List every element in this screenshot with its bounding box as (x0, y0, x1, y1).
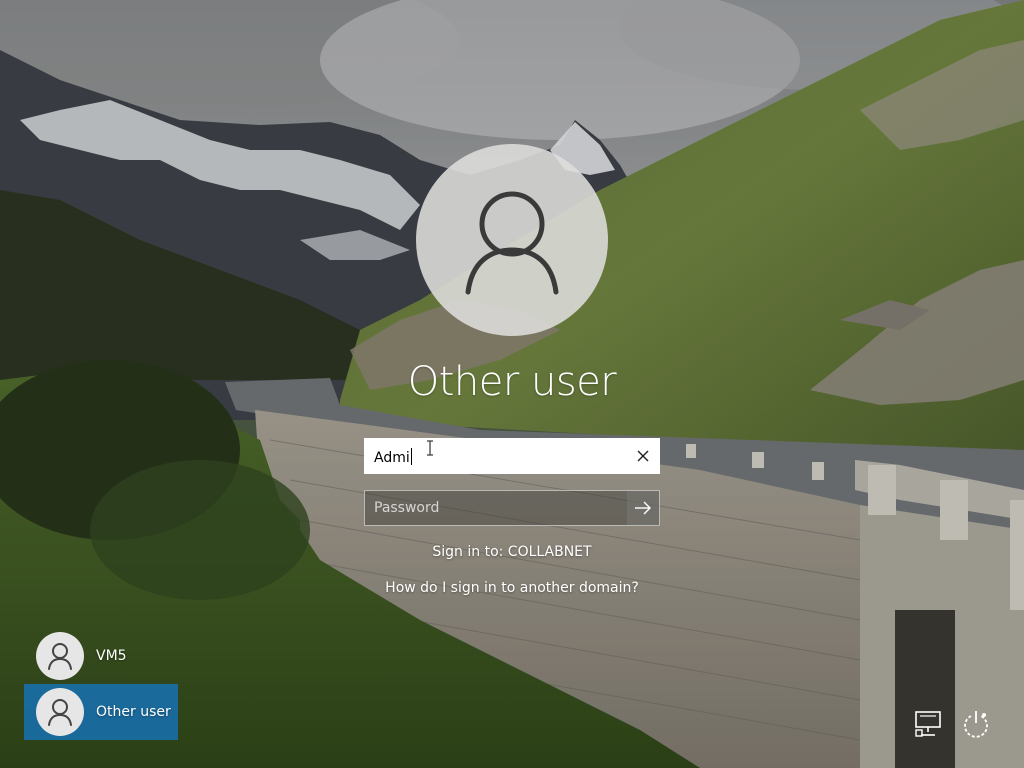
user-tile-name: Other user (96, 704, 171, 720)
mouse-cursor-ibeam-icon (427, 440, 433, 456)
user-tile-other-user[interactable]: Other user (24, 684, 178, 740)
user-tile-vm5[interactable]: VM5 (24, 628, 178, 684)
network-button[interactable] (908, 704, 948, 744)
lock-screen: Other user Admi Sign in to: COLLABNET Ho… (0, 0, 1024, 768)
user-tile-name: VM5 (96, 648, 127, 664)
other-domain-link[interactable]: How do I sign in to another domain? (312, 579, 712, 597)
text-caret (410, 448, 412, 465)
close-icon (637, 450, 649, 462)
submit-button[interactable] (627, 491, 659, 525)
power-icon (964, 711, 988, 738)
arrow-right-icon (635, 501, 651, 515)
network-icon (915, 711, 941, 737)
user-silhouette-icon (48, 699, 72, 726)
user-avatar (416, 144, 608, 336)
sign-in-domain-text: Sign in to: COLLABNET (432, 544, 592, 560)
username-field[interactable]: Admi (364, 438, 660, 474)
user-silhouette-icon (465, 191, 559, 295)
power-button[interactable] (956, 704, 996, 744)
user-tile-avatar (36, 632, 84, 680)
user-display-name: Other user (407, 359, 617, 405)
clear-username-button[interactable] (627, 439, 659, 473)
password-field[interactable] (364, 490, 660, 526)
username-value-wrap: Admi (374, 448, 412, 467)
user-silhouette-icon (48, 643, 72, 670)
username-value: Admi (374, 450, 410, 466)
user-tile-avatar (36, 688, 84, 736)
password-input[interactable] (365, 491, 627, 525)
